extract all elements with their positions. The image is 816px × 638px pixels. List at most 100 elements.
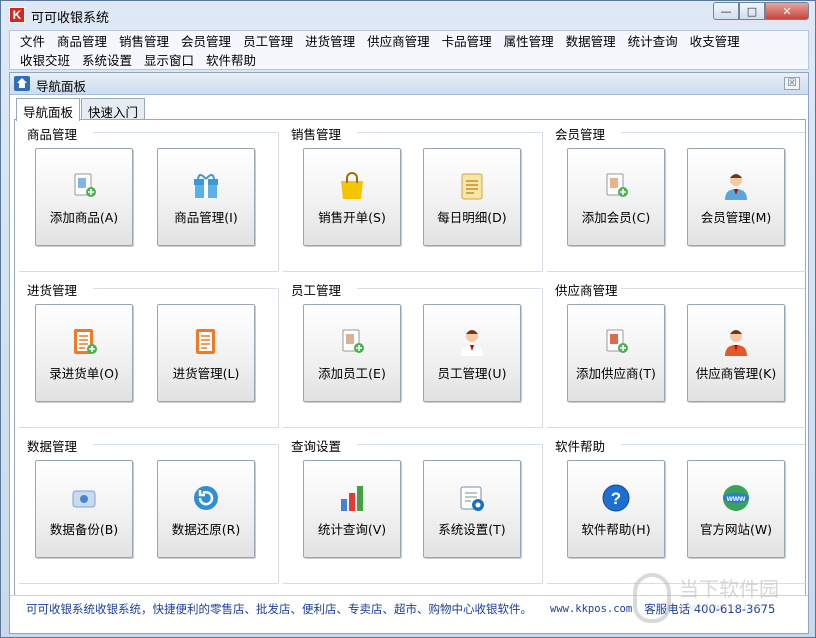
nav-group: 员工管理 添加员工(E) 员工管理(U) [279,280,543,428]
tab-quick-start[interactable]: 快速入门 [81,98,146,120]
nav-tile-label: 员工管理(U) [437,366,507,381]
panel-title: 导航面板 [36,79,87,94]
group-title: 查询设置 [291,439,342,454]
close-button[interactable]: ✕ [765,2,809,20]
menu-item[interactable]: 软件帮助 [200,50,262,69]
menu-item[interactable]: 进货管理 [299,31,361,50]
panel-close-button[interactable]: ☒ [784,77,800,90]
help-icon: ? [601,483,631,513]
group-divider [547,271,807,272]
menu-item[interactable]: 商品管理 [51,31,113,50]
add-member-icon [601,171,631,201]
group-title: 会员管理 [555,127,606,142]
nav-tile-label: 每日明细(D) [437,210,507,225]
title-bar: K 可可收银系统 — □ ✕ [1,1,815,29]
menu-item[interactable]: 显示窗口 [138,50,200,69]
menu-item[interactable]: 收银交班 [14,50,76,69]
tab-navigation-panel[interactable]: 导航面板 [16,98,81,121]
group-divider [93,132,277,133]
group-title: 进货管理 [27,283,78,298]
window-title: 可可收银系统 [31,11,110,26]
nav-tile-button[interactable]: 数据还原(R) [157,460,255,558]
group-divider [19,427,279,428]
menu-item[interactable]: 供应商管理 [361,31,436,50]
nav-tile-label: 销售开单(S) [318,210,386,225]
group-title: 软件帮助 [555,439,606,454]
menu-item[interactable]: 数据管理 [560,31,622,50]
www-globe-icon: www [721,483,751,513]
bar-chart-icon [337,483,367,513]
nav-group: 商品管理 添加商品(A) 商品管理(I) [15,124,279,272]
menu-item[interactable]: 收支管理 [684,31,746,50]
group-divider [621,288,805,289]
group-divider [93,288,277,289]
menu-item[interactable]: 系统设置 [76,50,138,69]
nav-tile-label: 数据还原(R) [171,522,241,537]
nav-tile-label: 录进货单(O) [49,366,119,381]
app-logo-icon: K [9,7,25,23]
nav-tile-button[interactable]: 添加供应商(T) [567,304,665,402]
app-window: K 可可收银系统 — □ ✕ 文件 商品管理 销售管理 会员管理 员工管理 进货管理 供应商… [0,0,816,638]
add-employee-icon [337,327,367,357]
nav-tile-label: 供应商管理(K) [695,366,777,381]
menu-item[interactable]: 会员管理 [175,31,237,50]
tab-content: 商品管理 添加商品(A) 商品管理(I) 销售管理 销售开单(S) 每日明细(D)… [14,119,807,605]
nav-group: 销售管理 销售开单(S) 每日明细(D) [279,124,543,272]
daily-detail-icon [457,171,487,201]
nav-group: 数据管理 数据备份(B) 数据还原(R) [15,436,279,584]
nav-tile-button[interactable]: 系统设置(T) [423,460,521,558]
nav-tile-button[interactable]: 添加员工(E) [303,304,401,402]
purchase-list-icon [191,327,221,357]
nav-tile-label: 添加供应商(T) [576,366,656,381]
group-title: 销售管理 [291,127,342,142]
nav-tile-button[interactable]: 会员管理(M) [687,148,785,246]
menu-item[interactable]: 销售管理 [113,31,175,50]
add-product-icon [69,171,99,201]
nav-tile-button[interactable]: 供应商管理(K) [687,304,785,402]
menu-item[interactable]: 卡品管理 [436,31,498,50]
watermark-subtext: www.downxia.com [679,603,763,613]
nav-tile-button[interactable]: 每日明细(D) [423,148,521,246]
menu-item[interactable]: 属性管理 [498,31,560,50]
svg-text:www: www [726,494,746,503]
group-divider [621,132,805,133]
maximize-button[interactable]: □ [739,2,765,20]
status-text: 可可收银系统收银系统，快捷便利的零售店、批发店、便利店、专卖店、超市、购物中心收… [26,601,532,616]
nav-group: 查询设置 统计查询(V) 系统设置(T) [279,436,543,584]
status-website[interactable]: www.kkpos.com [550,603,632,615]
add-purchase-icon [69,327,99,357]
nav-tile-button[interactable]: 销售开单(S) [303,148,401,246]
nav-tile-button[interactable]: 员工管理(U) [423,304,521,402]
watermark: 当下软件园 www.downxia.com [633,569,803,629]
menu-item[interactable]: 员工管理 [237,31,299,50]
nav-group: 进货管理 录进货单(O) 进货管理(L) [15,280,279,428]
group-title: 供应商管理 [555,283,618,298]
nav-tile-button[interactable]: 商品管理(I) [157,148,255,246]
restore-icon [191,483,221,513]
settings-icon [457,483,487,513]
navigation-panel: 导航面板 ☒ 导航面板 快速入门 商品管理 添加商品(A) 商品管理(I) 销售管理… [9,72,809,634]
minimize-button[interactable]: — [713,2,739,20]
nav-tile-button[interactable]: 录进货单(O) [35,304,133,402]
nav-tile-button[interactable]: www 官方网站(W) [687,460,785,558]
nav-tile-button[interactable]: 添加会员(C) [567,148,665,246]
add-supplier-icon [601,327,631,357]
panel-header: 导航面板 ☒ [10,73,808,95]
nav-tile-label: 商品管理(I) [174,210,238,225]
group-divider [357,288,541,289]
nav-tile-button[interactable]: ? 软件帮助(H) [567,460,665,558]
nav-group: 会员管理 添加会员(C) 会员管理(M) [543,124,807,272]
nav-tile-label: 官方网站(W) [699,522,773,537]
watermark-logo-icon [633,573,671,623]
nav-tile-button[interactable]: 添加商品(A) [35,148,133,246]
group-title: 商品管理 [27,127,78,142]
menu-item[interactable]: 统计查询 [622,31,684,50]
home-icon [14,76,30,91]
nav-tile-button[interactable]: 统计查询(V) [303,460,401,558]
nav-tile-button[interactable]: 进货管理(L) [157,304,255,402]
group-divider [19,583,279,584]
menu-item[interactable]: 文件 [14,31,51,50]
nav-group: 软件帮助 ? 软件帮助(H) www 官方网站(W) [543,436,807,584]
nav-tile-button[interactable]: 数据备份(B) [35,460,133,558]
gift-box-icon [191,171,221,201]
